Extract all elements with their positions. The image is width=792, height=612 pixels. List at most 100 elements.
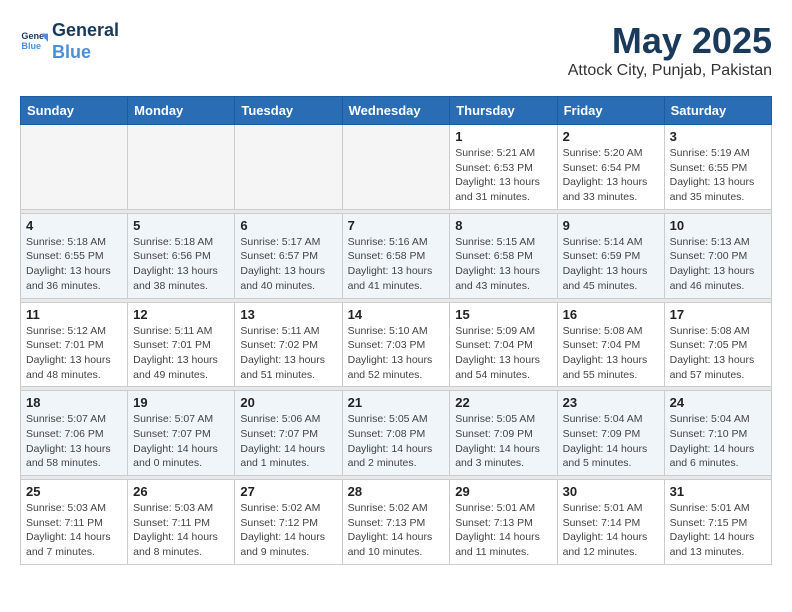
calendar-day-cell: 1 Sunrise: 5:21 AMSunset: 6:53 PMDaylight… <box>450 125 557 210</box>
header-monday: Monday <box>128 97 235 125</box>
day-info: Sunrise: 5:14 AMSunset: 6:59 PMDaylight:… <box>563 235 659 294</box>
day-number: 28 <box>348 484 445 499</box>
day-info: Sunrise: 5:20 AMSunset: 6:54 PMDaylight:… <box>563 146 659 205</box>
day-number: 17 <box>670 307 766 322</box>
header-friday: Friday <box>557 97 664 125</box>
day-number: 19 <box>133 395 229 410</box>
day-number: 8 <box>455 218 551 233</box>
day-number: 1 <box>455 129 551 144</box>
day-info: Sunrise: 5:18 AMSunset: 6:56 PMDaylight:… <box>133 235 229 294</box>
calendar-day-cell: 22 Sunrise: 5:05 AMSunset: 7:09 PMDayligh… <box>450 391 557 476</box>
header-saturday: Saturday <box>664 97 771 125</box>
calendar-week-row: 18 Sunrise: 5:07 AMSunset: 7:06 PMDayligh… <box>21 391 772 476</box>
calendar-day-cell: 7 Sunrise: 5:16 AMSunset: 6:58 PMDaylight… <box>342 213 450 298</box>
header-sunday: Sunday <box>21 97 128 125</box>
day-number: 20 <box>240 395 336 410</box>
calendar-day-cell: 30Sunrise: 5:01 AMSunset: 7:14 PMDayligh… <box>557 480 664 565</box>
logo-icon: General Blue <box>20 28 48 56</box>
day-info: Sunrise: 5:07 AMSunset: 7:07 PMDaylight:… <box>133 412 229 471</box>
calendar-week-row: 1 Sunrise: 5:21 AMSunset: 6:53 PMDaylight… <box>21 125 772 210</box>
day-info: Sunrise: 5:13 AMSunset: 7:00 PMDaylight:… <box>670 235 766 294</box>
day-number: 3 <box>670 129 766 144</box>
day-info: Sunrise: 5:07 AMSunset: 7:06 PMDaylight:… <box>26 412 122 471</box>
calendar-day-cell: 26Sunrise: 5:03 AMSunset: 7:11 PMDayligh… <box>128 480 235 565</box>
day-info: Sunrise: 5:11 AMSunset: 7:02 PMDaylight:… <box>240 324 336 383</box>
day-info: Sunrise: 5:18 AMSunset: 6:55 PMDaylight:… <box>26 235 122 294</box>
day-info: Sunrise: 5:11 AMSunset: 7:01 PMDaylight:… <box>133 324 229 383</box>
calendar-day-cell: 24 Sunrise: 5:04 AMSunset: 7:10 PMDayligh… <box>664 391 771 476</box>
day-number: 26 <box>133 484 229 499</box>
day-number: 16 <box>563 307 659 322</box>
calendar-day-cell: 8 Sunrise: 5:15 AMSunset: 6:58 PMDaylight… <box>450 213 557 298</box>
day-number: 22 <box>455 395 551 410</box>
location: Attock City, Punjab, Pakistan <box>568 62 772 80</box>
day-info: Sunrise: 5:12 AMSunset: 7:01 PMDaylight:… <box>26 324 122 383</box>
calendar-day-cell: 11 Sunrise: 5:12 AMSunset: 7:01 PMDayligh… <box>21 302 128 387</box>
month-title: May 2025 <box>568 20 772 62</box>
day-number: 27 <box>240 484 336 499</box>
day-number: 10 <box>670 218 766 233</box>
day-info: Sunrise: 5:04 AMSunset: 7:10 PMDaylight:… <box>670 412 766 471</box>
day-number: 2 <box>563 129 659 144</box>
calendar-day-cell: 6Sunrise: 5:17 AMSunset: 6:57 PMDaylight… <box>235 213 342 298</box>
calendar-day-cell: 10 Sunrise: 5:13 AMSunset: 7:00 PMDayligh… <box>664 213 771 298</box>
day-info: Sunrise: 5:08 AMSunset: 7:05 PMDaylight:… <box>670 324 766 383</box>
calendar-day-cell <box>21 125 128 210</box>
header-wednesday: Wednesday <box>342 97 450 125</box>
svg-text:Blue: Blue <box>21 41 41 51</box>
calendar-day-cell: 3 Sunrise: 5:19 AMSunset: 6:55 PMDaylight… <box>664 125 771 210</box>
day-number: 12 <box>133 307 229 322</box>
calendar-week-row: 4 Sunrise: 5:18 AMSunset: 6:55 PMDaylight… <box>21 213 772 298</box>
day-info: Sunrise: 5:21 AMSunset: 6:53 PMDaylight:… <box>455 146 551 205</box>
calendar-day-cell <box>128 125 235 210</box>
page-container: General Blue General Blue May 2025 Attoc… <box>20 20 772 565</box>
calendar-day-cell: 13 Sunrise: 5:11 AMSunset: 7:02 PMDayligh… <box>235 302 342 387</box>
day-number: 30 <box>563 484 659 499</box>
day-number: 6 <box>240 218 336 233</box>
calendar-day-cell: 27Sunrise: 5:02 AMSunset: 7:12 PMDayligh… <box>235 480 342 565</box>
day-info: Sunrise: 5:10 AMSunset: 7:03 PMDaylight:… <box>348 324 445 383</box>
day-info: Sunrise: 5:16 AMSunset: 6:58 PMDaylight:… <box>348 235 445 294</box>
header: General Blue General Blue May 2025 Attoc… <box>20 20 772 80</box>
day-number: 4 <box>26 218 122 233</box>
day-info: Sunrise: 5:08 AMSunset: 7:04 PMDaylight:… <box>563 324 659 383</box>
calendar-day-cell: 23Sunrise: 5:04 AMSunset: 7:09 PMDayligh… <box>557 391 664 476</box>
calendar-day-cell: 15 Sunrise: 5:09 AMSunset: 7:04 PMDayligh… <box>450 302 557 387</box>
day-number: 14 <box>348 307 445 322</box>
calendar-day-cell: 20 Sunrise: 5:06 AMSunset: 7:07 PMDayligh… <box>235 391 342 476</box>
day-info: Sunrise: 5:02 AMSunset: 7:13 PMDaylight:… <box>348 501 445 560</box>
calendar-day-cell: 4 Sunrise: 5:18 AMSunset: 6:55 PMDaylight… <box>21 213 128 298</box>
day-number: 21 <box>348 395 445 410</box>
day-info: Sunrise: 5:15 AMSunset: 6:58 PMDaylight:… <box>455 235 551 294</box>
day-info: Sunrise: 5:03 AMSunset: 7:11 PMDaylight:… <box>26 501 122 560</box>
calendar-day-cell: 19 Sunrise: 5:07 AMSunset: 7:07 PMDayligh… <box>128 391 235 476</box>
calendar-day-cell: 2 Sunrise: 5:20 AMSunset: 6:54 PMDaylight… <box>557 125 664 210</box>
day-number: 5 <box>133 218 229 233</box>
day-info: Sunrise: 5:06 AMSunset: 7:07 PMDaylight:… <box>240 412 336 471</box>
logo-text: General Blue <box>52 20 119 63</box>
day-number: 25 <box>26 484 122 499</box>
calendar-day-cell: 12 Sunrise: 5:11 AMSunset: 7:01 PMDayligh… <box>128 302 235 387</box>
day-number: 18 <box>26 395 122 410</box>
day-number: 13 <box>240 307 336 322</box>
day-number: 11 <box>26 307 122 322</box>
calendar-day-cell: 31 Sunrise: 5:01 AMSunset: 7:15 PMDayligh… <box>664 480 771 565</box>
header-thursday: Thursday <box>450 97 557 125</box>
day-number: 24 <box>670 395 766 410</box>
calendar-week-row: 25 Sunrise: 5:03 AMSunset: 7:11 PMDayligh… <box>21 480 772 565</box>
calendar-day-cell <box>342 125 450 210</box>
day-info: Sunrise: 5:01 AMSunset: 7:15 PMDaylight:… <box>670 501 766 560</box>
day-number: 31 <box>670 484 766 499</box>
calendar-day-cell: 21Sunrise: 5:05 AMSunset: 7:08 PMDayligh… <box>342 391 450 476</box>
calendar-day-cell: 14 Sunrise: 5:10 AMSunset: 7:03 PMDayligh… <box>342 302 450 387</box>
calendar-day-cell: 18 Sunrise: 5:07 AMSunset: 7:06 PMDayligh… <box>21 391 128 476</box>
day-info: Sunrise: 5:05 AMSunset: 7:09 PMDaylight:… <box>455 412 551 471</box>
calendar-table: Sunday Monday Tuesday Wednesday Thursday… <box>20 96 772 565</box>
day-number: 7 <box>348 218 445 233</box>
day-info: Sunrise: 5:19 AMSunset: 6:55 PMDaylight:… <box>670 146 766 205</box>
calendar-day-cell <box>235 125 342 210</box>
day-number: 15 <box>455 307 551 322</box>
day-info: Sunrise: 5:09 AMSunset: 7:04 PMDaylight:… <box>455 324 551 383</box>
calendar-week-row: 11 Sunrise: 5:12 AMSunset: 7:01 PMDayligh… <box>21 302 772 387</box>
day-info: Sunrise: 5:01 AMSunset: 7:13 PMDaylight:… <box>455 501 551 560</box>
